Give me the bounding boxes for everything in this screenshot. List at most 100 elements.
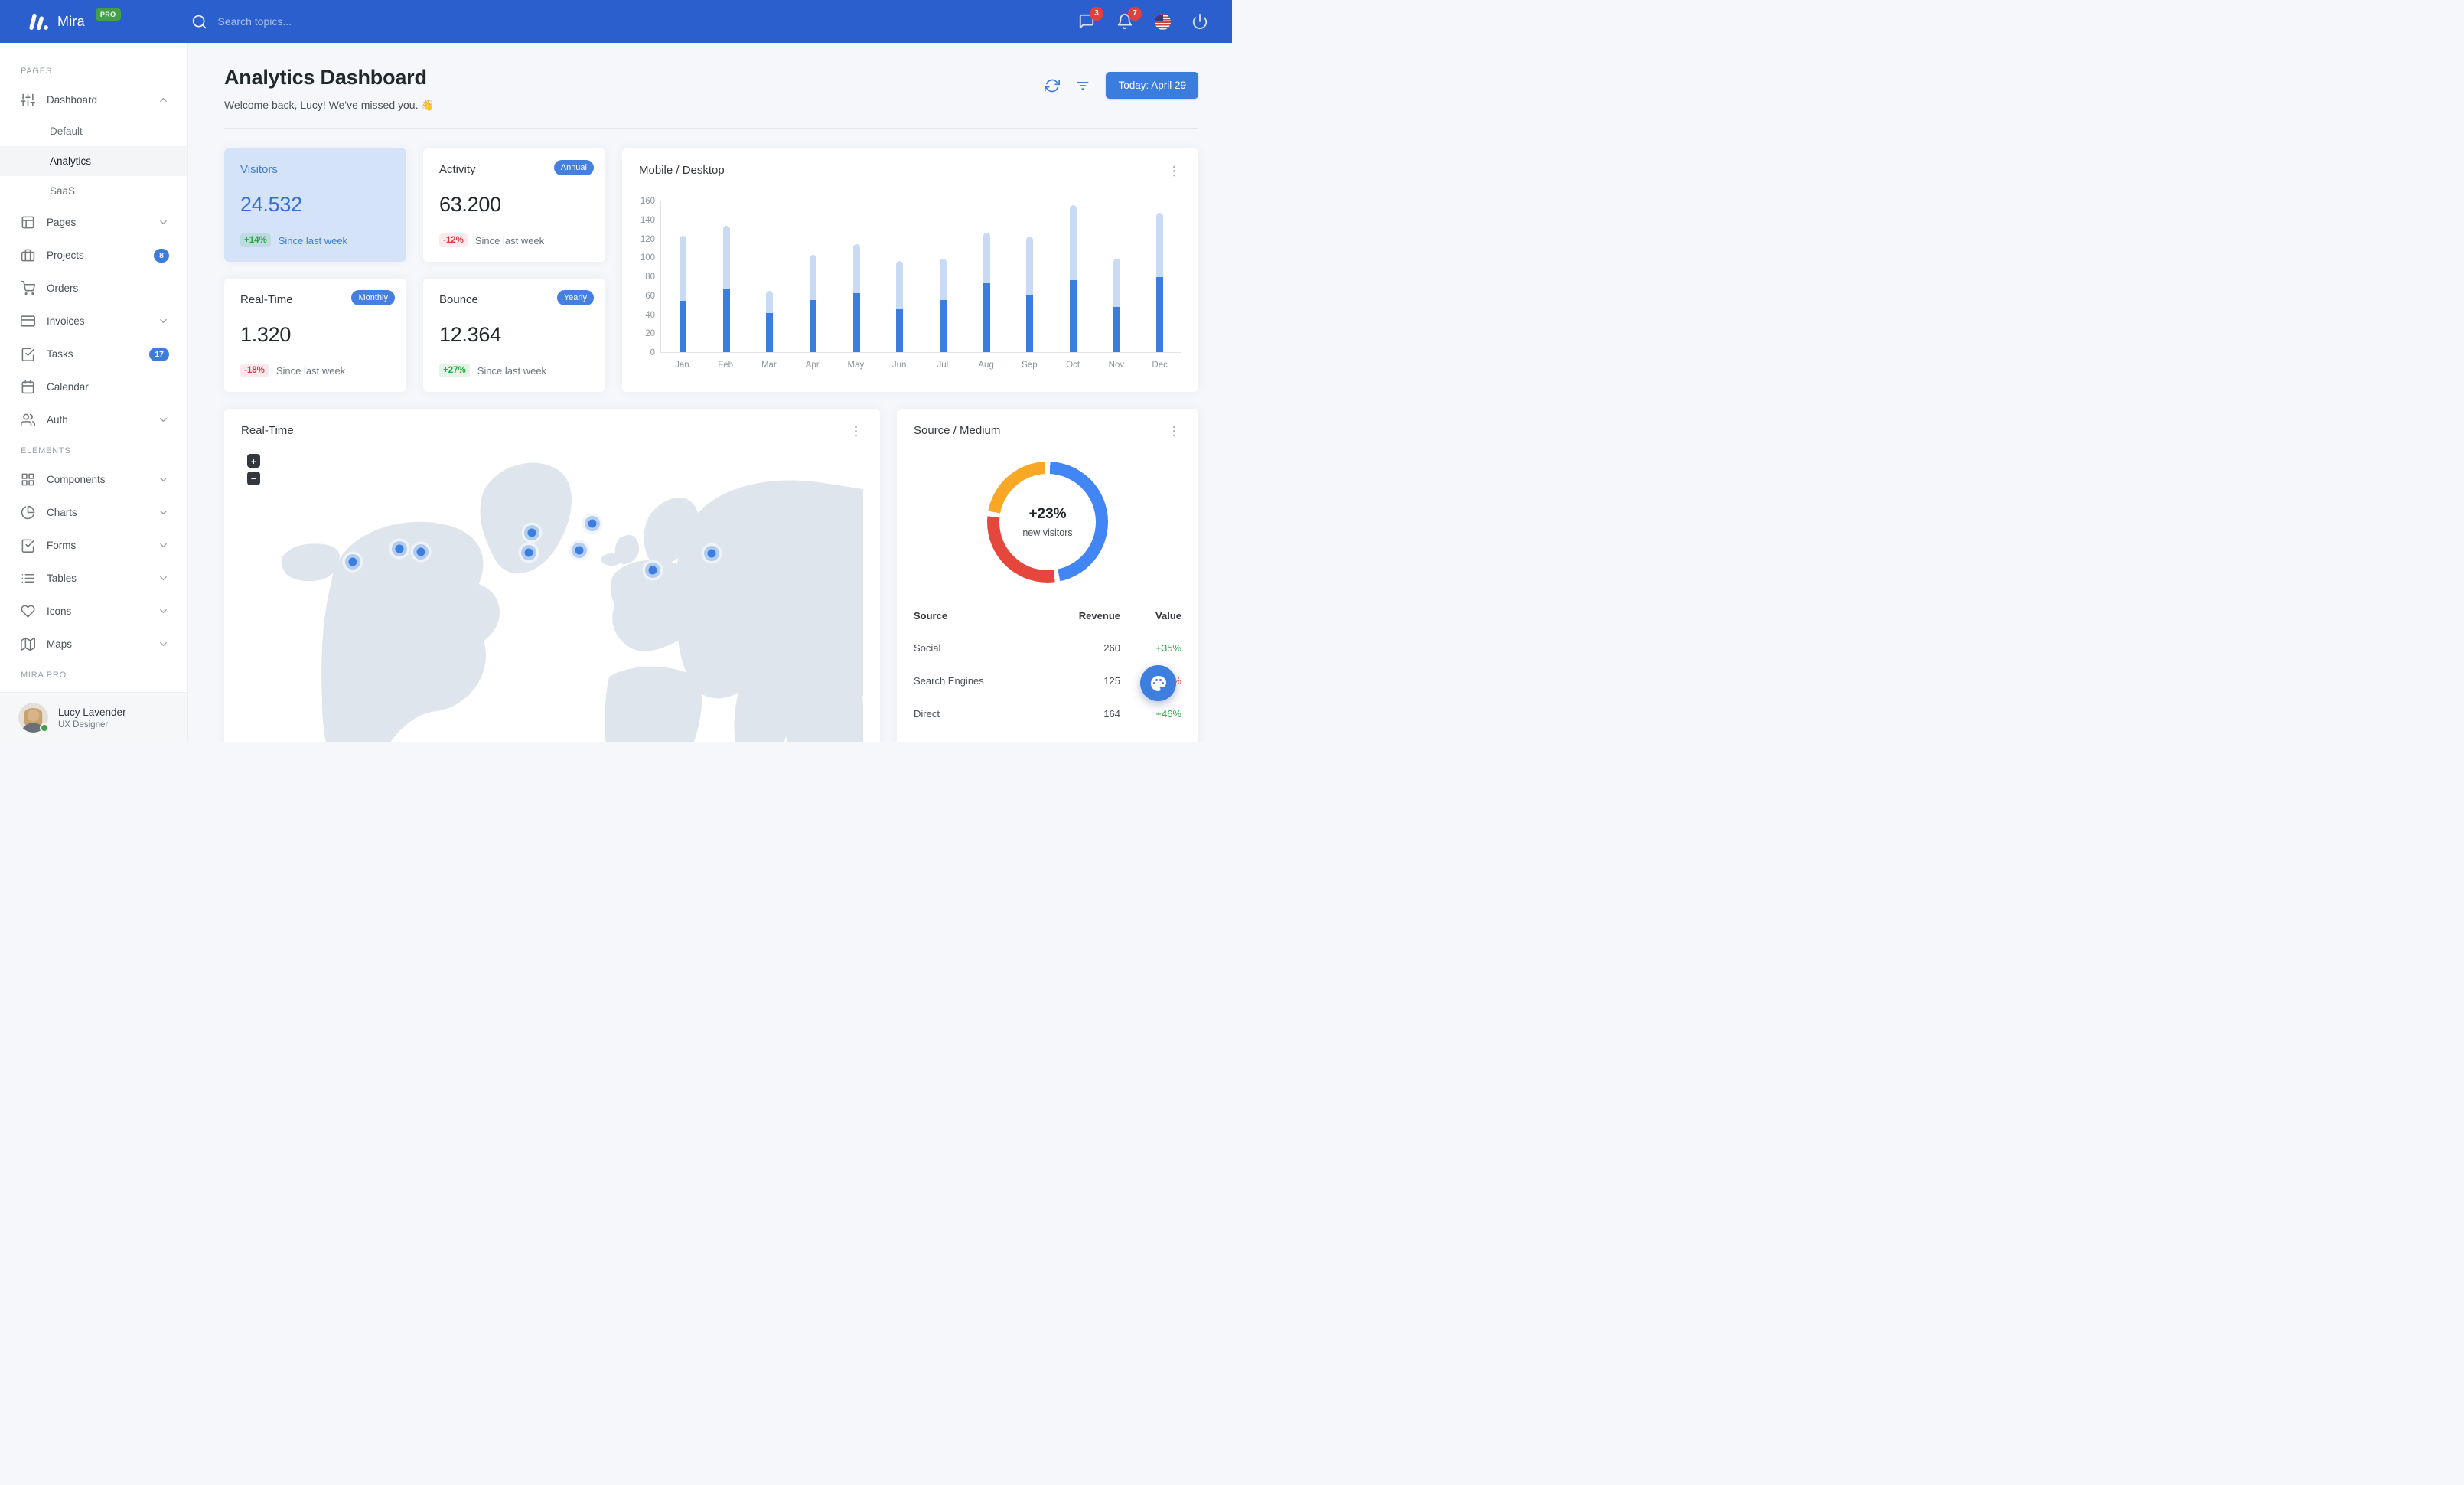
sidebar-item-count-badge: 17 <box>149 347 169 361</box>
chart-menu-button[interactable] <box>1167 164 1181 178</box>
stat-card-period-badge[interactable]: Yearly <box>556 290 594 305</box>
stat-card-note: Since last week <box>275 364 346 377</box>
map-location-marker[interactable] <box>648 566 657 575</box>
sidebar-item-components[interactable]: Components <box>0 463 187 496</box>
source-menu-button[interactable] <box>1167 424 1181 439</box>
table-cell-source: Social <box>914 641 941 654</box>
bar-jul <box>921 201 965 352</box>
map-zoom-in-button[interactable]: + <box>247 454 260 468</box>
stat-card-value: 24.532 <box>240 193 302 216</box>
stat-card-period-badge[interactable]: Monthly <box>351 290 395 305</box>
sidebar-section-label: PAGES <box>21 67 52 76</box>
sidebar-item-label: Components <box>47 474 106 485</box>
grid-icon <box>21 472 35 487</box>
language-flag-us[interactable] <box>1155 13 1171 30</box>
chevron-down-icon <box>158 540 169 551</box>
donut-center-value: +23% <box>1028 506 1067 522</box>
map-location-marker[interactable] <box>575 546 584 555</box>
kebab-menu-icon <box>1173 426 1175 437</box>
layout-icon <box>21 215 35 230</box>
shopping-cart-icon <box>21 281 35 295</box>
sidebar-item-auth[interactable]: Auth <box>0 403 187 436</box>
sidebar-item-maps[interactable]: Maps <box>0 628 187 661</box>
x-axis-label: Apr <box>805 361 820 370</box>
sidebar-item-label: Maps <box>47 638 73 650</box>
sidebar-item-pages[interactable]: Pages <box>0 206 187 239</box>
bar-jan <box>661 201 705 352</box>
x-axis-label: May <box>847 361 865 370</box>
sidebar-item-invoices[interactable]: Invoices <box>0 305 187 338</box>
map-location-marker[interactable] <box>707 549 716 558</box>
stat-card-period-badge[interactable]: Annual <box>553 160 594 175</box>
stats-and-chart-grid: Visitors 24.532 +14% Since last week Activit… <box>224 148 1198 392</box>
map-icon <box>21 637 35 651</box>
filter-button[interactable] <box>1075 78 1090 93</box>
bar-apr <box>791 201 835 352</box>
sidebar-item-saas[interactable]: SaaS <box>0 176 187 206</box>
y-axis-tick: 0 <box>650 348 655 357</box>
world-map-graphic <box>281 462 863 742</box>
notifications-button[interactable]: 7 <box>1116 6 1142 31</box>
sidebar-item-icons[interactable]: Icons <box>0 595 187 628</box>
sidebar-item-orders[interactable]: Orders <box>0 272 187 305</box>
search-input[interactable] <box>217 15 386 28</box>
chevron-up-icon <box>158 94 169 106</box>
sidebar-item-tables[interactable]: Tables <box>0 562 187 595</box>
user-role: UX Designer <box>58 720 109 729</box>
map-location-marker[interactable] <box>395 544 404 553</box>
table-cell-revenue: 164 <box>1028 697 1120 729</box>
mobile-desktop-chart-card: Mobile / Desktop 160 140 120 100 80 60 40 20 0 J… <box>622 148 1198 392</box>
sidebar-item-label: Calendar <box>47 381 89 393</box>
welcome-text: Welcome back, Lucy! We've missed you. 👋 <box>224 99 435 111</box>
chevron-down-icon <box>158 414 169 426</box>
sidebar-item-analytics[interactable]: Analytics <box>0 146 187 176</box>
sidebar-user-footer[interactable]: Lucy Lavender UX Designer <box>0 692 187 742</box>
source-card-title: Source / Medium <box>914 424 1001 437</box>
sidebar-item-label: Projects <box>47 250 84 261</box>
bar-aug <box>965 201 1009 352</box>
sidebar-item-count-badge: 8 <box>154 248 169 263</box>
stat-card-footer: -18% Since last week <box>240 364 390 377</box>
sidebar-item-forms[interactable]: Forms <box>0 529 187 562</box>
briefcase-icon <box>21 248 35 263</box>
sidebar-item-label: Orders <box>47 282 79 294</box>
map-location-marker[interactable] <box>416 547 425 556</box>
sidebar-item-projects[interactable]: Projects 8 <box>0 239 187 272</box>
sidebar-nav: PAGES Dashboard Default Analytics SaaS Pages P… <box>0 57 187 687</box>
messages-button[interactable]: 3 <box>1078 6 1103 31</box>
sidebar-item-label: Pages <box>47 217 77 228</box>
map-zoom-controls: + − <box>247 454 260 485</box>
refresh-button[interactable] <box>1045 78 1061 93</box>
sidebar-item-tasks[interactable]: Tasks 17 <box>0 338 187 370</box>
stat-card-real-time: Real-Time Monthly 1.320 -18% Since last week <box>224 279 406 392</box>
logout-button[interactable] <box>1191 13 1209 31</box>
brand[interactable]: Mira PRO <box>26 8 121 33</box>
map-menu-button[interactable] <box>849 424 863 439</box>
today-date-button[interactable]: Today: April 29 <box>1106 72 1198 99</box>
chevron-down-icon <box>158 638 169 650</box>
navbar-search[interactable] <box>191 14 386 30</box>
bar-sep <box>1008 201 1051 352</box>
notifications-count-badge: 7 <box>1128 6 1142 21</box>
sidebar-item-charts[interactable]: Charts <box>0 496 187 529</box>
map-zoom-out-button[interactable]: − <box>247 472 260 485</box>
sidebar-item-dashboard[interactable]: Dashboard <box>0 83 187 116</box>
map-location-marker[interactable] <box>588 519 597 528</box>
y-axis-tick: 160 <box>640 197 655 206</box>
source-table: Source Revenue Value Social 260 +35% Search E… <box>914 604 1181 729</box>
map-location-marker[interactable] <box>527 528 536 537</box>
sidebar-item-calendar[interactable]: Calendar <box>0 370 187 403</box>
heart-icon <box>21 604 35 618</box>
avatar <box>18 703 49 733</box>
x-axis-label: Aug <box>978 361 994 370</box>
map-location-marker[interactable] <box>524 548 533 557</box>
sidebar-item-label: Analytics <box>50 155 92 167</box>
header-divider <box>224 128 1198 129</box>
theme-settings-fab[interactable] <box>1140 665 1176 701</box>
stat-card-title: Visitors <box>240 163 278 176</box>
table-header-revenue: Revenue <box>1078 610 1120 622</box>
world-map[interactable]: + − <box>241 443 863 742</box>
sidebar-item-default[interactable]: Default <box>0 116 187 146</box>
map-location-marker[interactable] <box>348 557 357 566</box>
y-axis-tick: 40 <box>645 310 655 320</box>
